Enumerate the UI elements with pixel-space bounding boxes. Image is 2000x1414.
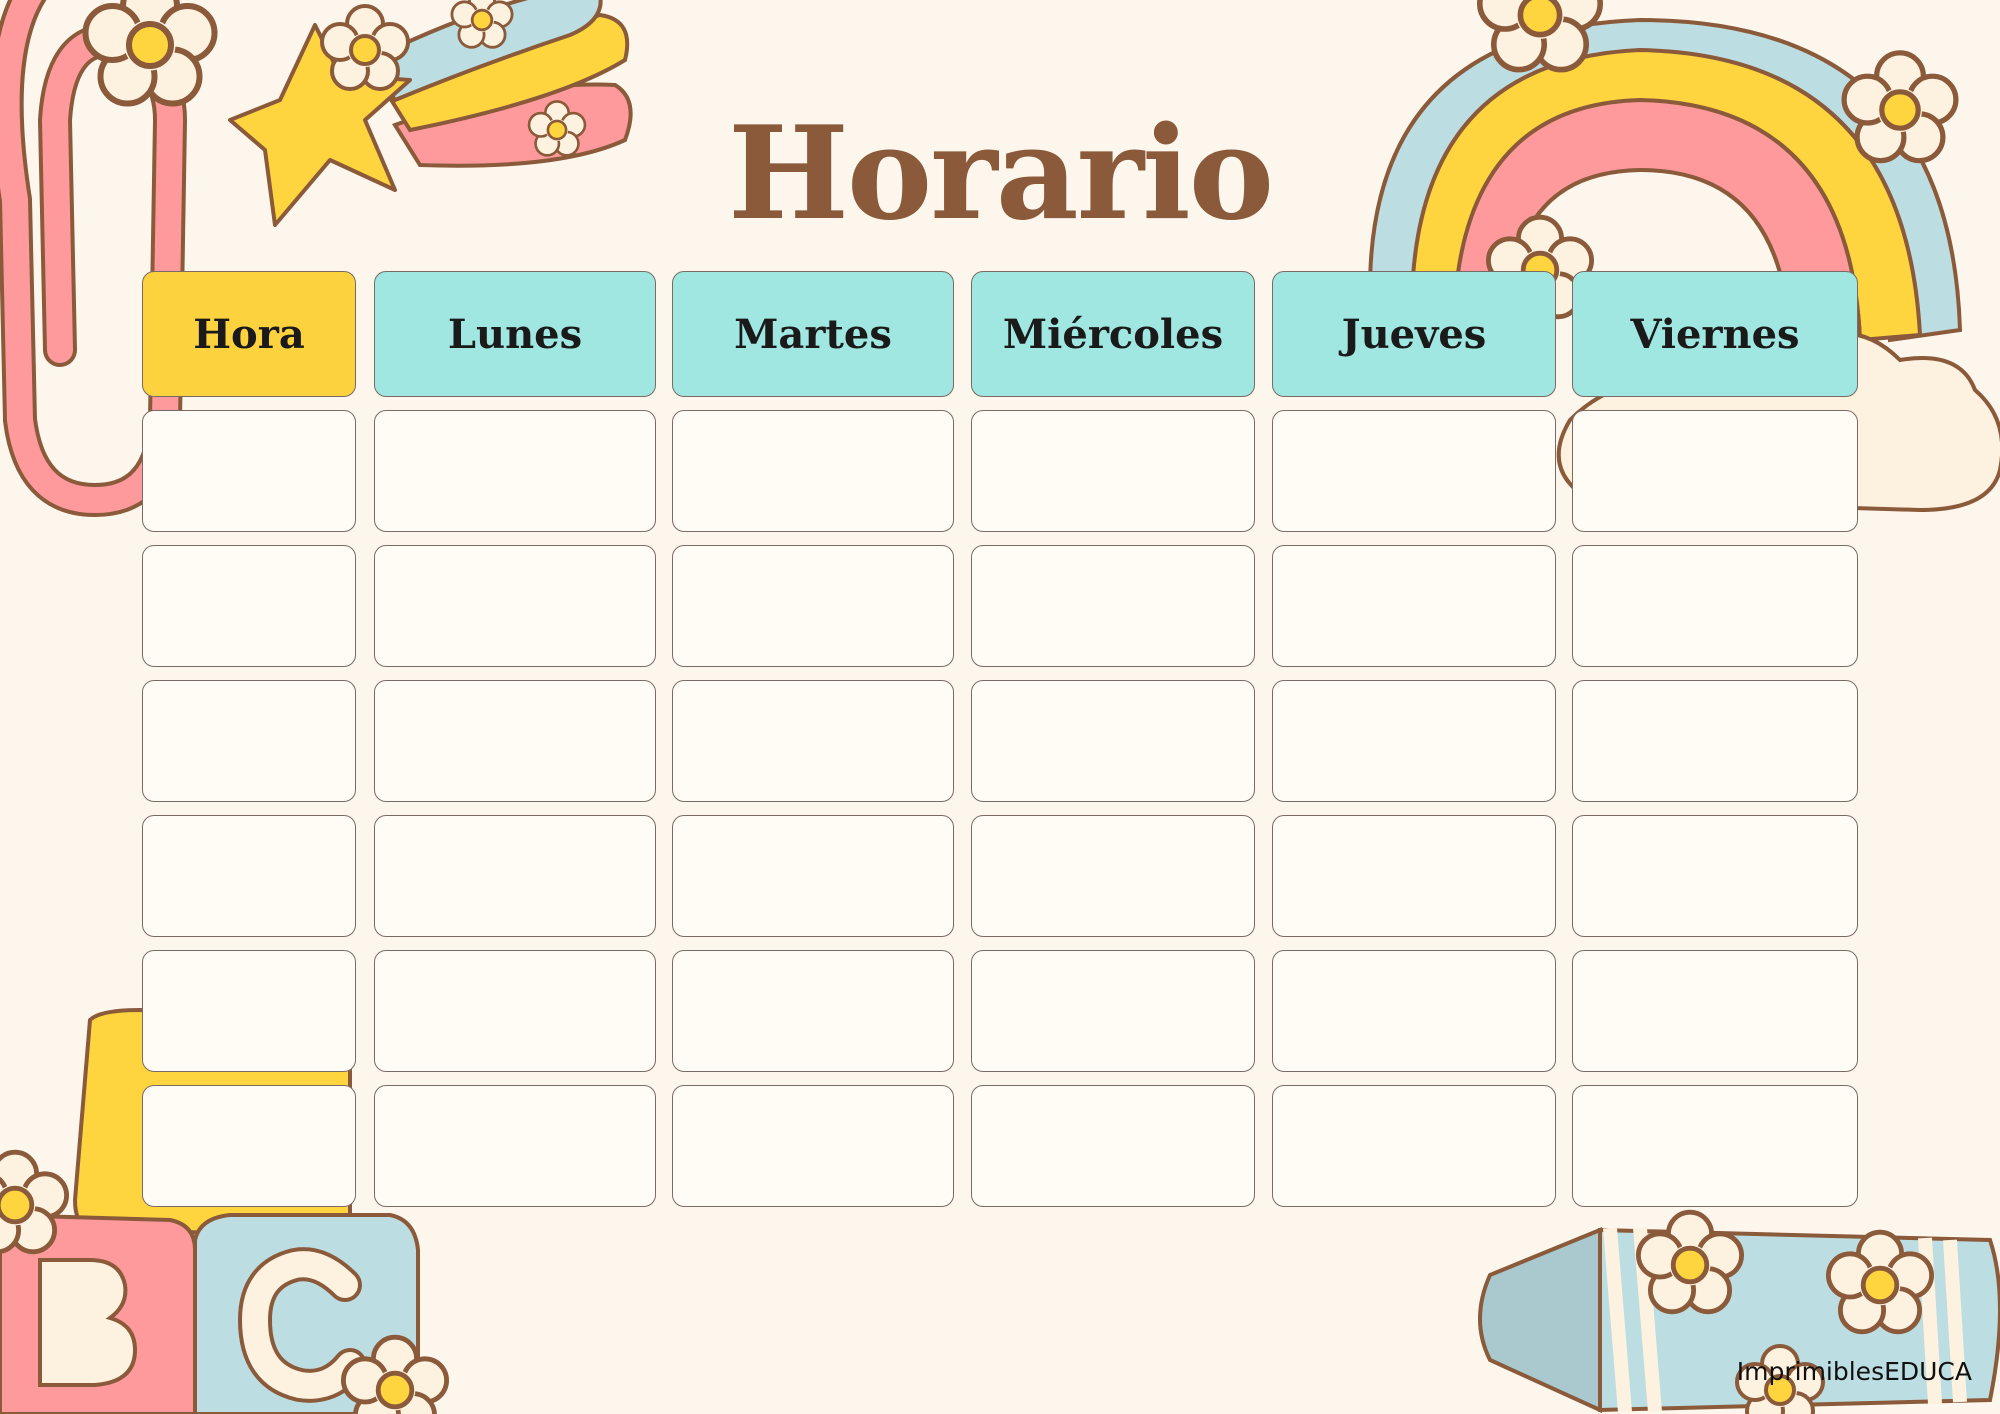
- schedule-cell[interactable]: [142, 1085, 356, 1207]
- schedule-cell[interactable]: [1572, 1085, 1858, 1207]
- schedule-cell[interactable]: [1272, 950, 1556, 1072]
- schedule-cell[interactable]: [374, 950, 656, 1072]
- schedule-cell[interactable]: [672, 410, 954, 532]
- schedule-cell[interactable]: [374, 410, 656, 532]
- schedule-cell[interactable]: [1272, 1085, 1556, 1207]
- schedule-cell[interactable]: [971, 1085, 1255, 1207]
- schedule-cell[interactable]: [142, 815, 356, 937]
- schedule-cell[interactable]: [374, 545, 656, 667]
- header-martes: Martes: [672, 271, 954, 397]
- schedule-cell[interactable]: [971, 545, 1255, 667]
- schedule-cell[interactable]: [672, 950, 954, 1072]
- schedule-cell[interactable]: [672, 680, 954, 802]
- schedule-cell[interactable]: [1572, 680, 1858, 802]
- schedule-cell[interactable]: [142, 545, 356, 667]
- schedule-cell[interactable]: [1272, 410, 1556, 532]
- schedule-cell[interactable]: [1272, 545, 1556, 667]
- schedule-cell[interactable]: [374, 815, 656, 937]
- schedule-cell[interactable]: [1572, 545, 1858, 667]
- credit-text: ImprimiblesEDUCA: [1736, 1357, 1972, 1386]
- schedule-cell[interactable]: [142, 680, 356, 802]
- schedule-cell[interactable]: [971, 815, 1255, 937]
- schedule-cell[interactable]: [672, 815, 954, 937]
- schedule-cell[interactable]: [971, 680, 1255, 802]
- schedule-cell[interactable]: [142, 410, 356, 532]
- schedule-cell[interactable]: [1572, 410, 1858, 532]
- schedule-cell[interactable]: [1272, 815, 1556, 937]
- schedule-cell[interactable]: [672, 545, 954, 667]
- schedule-cell[interactable]: [672, 1085, 954, 1207]
- header-jueves: Jueves: [1272, 271, 1556, 397]
- header-hora: Hora: [142, 271, 356, 397]
- schedule-cell[interactable]: [374, 680, 656, 802]
- header-viernes: Viernes: [1572, 271, 1858, 397]
- header-miercoles: Miércoles: [971, 271, 1255, 397]
- schedule-cell[interactable]: [142, 950, 356, 1072]
- schedule-cell[interactable]: [1272, 680, 1556, 802]
- schedule-cell[interactable]: [971, 950, 1255, 1072]
- schedule-cell[interactable]: [971, 410, 1255, 532]
- schedule-cell[interactable]: [374, 1085, 656, 1207]
- header-lunes: Lunes: [374, 271, 656, 397]
- page-title: Horario: [727, 99, 1274, 249]
- schedule-cell[interactable]: [1572, 815, 1858, 937]
- schedule-cell[interactable]: [1572, 950, 1858, 1072]
